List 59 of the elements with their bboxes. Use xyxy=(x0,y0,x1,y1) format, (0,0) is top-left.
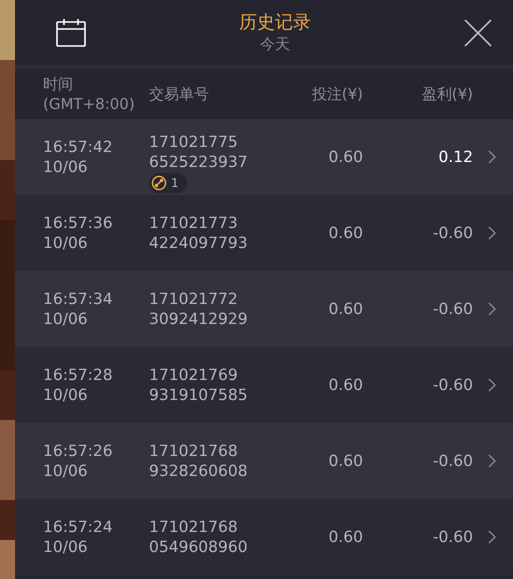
stake-amount: 0.60 xyxy=(327,376,363,394)
chevron-right-icon xyxy=(487,529,497,545)
profit-amount: -0.60 xyxy=(432,376,473,394)
profit-amount: 0.12 xyxy=(437,148,473,166)
date-subtitle: 今天 xyxy=(260,34,290,54)
stake-amount: 0.60 xyxy=(327,300,363,318)
chevron-right-icon xyxy=(487,225,497,241)
order-number: 171021773 xyxy=(149,213,239,233)
timezone-label: (GMT+8:00) xyxy=(43,94,136,114)
time-text: 16:57:36 xyxy=(43,213,114,233)
profit-amount: -0.60 xyxy=(432,528,473,546)
stake-amount: 0.60 xyxy=(327,528,363,546)
order-number: 3092412929 xyxy=(149,309,249,329)
time-text: 16:57:42 xyxy=(43,137,114,157)
chevron-right-icon xyxy=(487,301,497,317)
time-text: 16:57:26 xyxy=(43,441,114,461)
chevron-right-icon xyxy=(487,149,497,165)
chevron-right-icon xyxy=(487,377,497,393)
column-header: 时间 xyxy=(43,74,74,94)
column-header: 盈利(¥) xyxy=(420,84,473,104)
order-number: 6525223937 xyxy=(149,152,249,172)
profit-amount: -0.60 xyxy=(432,224,473,242)
profit-amount: -0.60 xyxy=(432,300,473,318)
order-number: 171021775 xyxy=(149,132,239,152)
date-text: 10/06 xyxy=(43,385,89,405)
date-text: 10/06 xyxy=(43,537,89,557)
time-text: 16:57:24 xyxy=(43,517,114,537)
order-number: 171021772 xyxy=(149,289,239,309)
history-row[interactable]: 16:57:26 10/06 171021768 9328260608 0.60 -0.60 xyxy=(15,423,513,499)
history-row[interactable]: 16:57:28 10/06 171021769 9319107585 0.60 -0.60 xyxy=(15,347,513,423)
close-icon[interactable] xyxy=(463,18,493,48)
order-number: 0549608960 xyxy=(149,537,249,557)
date-text: 10/06 xyxy=(43,233,89,253)
stake-amount: 0.60 xyxy=(327,452,363,470)
calendar-icon[interactable] xyxy=(55,18,87,48)
order-number: 4224097793 xyxy=(149,233,249,253)
history-row[interactable]: 16:57:24 10/06 171021768 0549608960 0.60 -0.60 xyxy=(15,499,513,575)
order-number: 171021768 xyxy=(149,441,239,461)
date-text: 10/06 xyxy=(43,157,89,177)
history-row[interactable]: 16:57:42 10/06 171021775 6525223937 1 0.60 0.12 xyxy=(15,119,513,195)
stake-amount: 0.60 xyxy=(327,148,363,166)
time-text: 16:57:28 xyxy=(43,365,114,385)
column-header: 交易单号 xyxy=(149,84,210,104)
order-number: 171021769 xyxy=(149,365,239,385)
order-number: 9328260608 xyxy=(149,461,249,481)
time-text: 16:57:34 xyxy=(43,289,114,309)
coin-icon xyxy=(151,174,167,190)
column-header: 投注(¥) xyxy=(310,84,363,104)
profit-amount: -0.60 xyxy=(432,452,473,470)
stake-amount: 0.60 xyxy=(327,224,363,242)
chevron-right-icon xyxy=(487,453,497,469)
order-number: 171021768 xyxy=(149,517,239,537)
count-badge: 1 xyxy=(149,172,187,192)
window-title: 历史记录 xyxy=(239,12,311,34)
order-number: 9319107585 xyxy=(149,385,249,405)
date-text: 10/06 xyxy=(43,309,89,329)
history-row[interactable]: 16:57:36 10/06 171021773 4224097793 0.60 -0.60 xyxy=(15,195,513,271)
history-row[interactable]: 16:57:34 10/06 171021772 3092412929 0.60 -0.60 xyxy=(15,271,513,347)
date-text: 10/06 xyxy=(43,461,89,481)
